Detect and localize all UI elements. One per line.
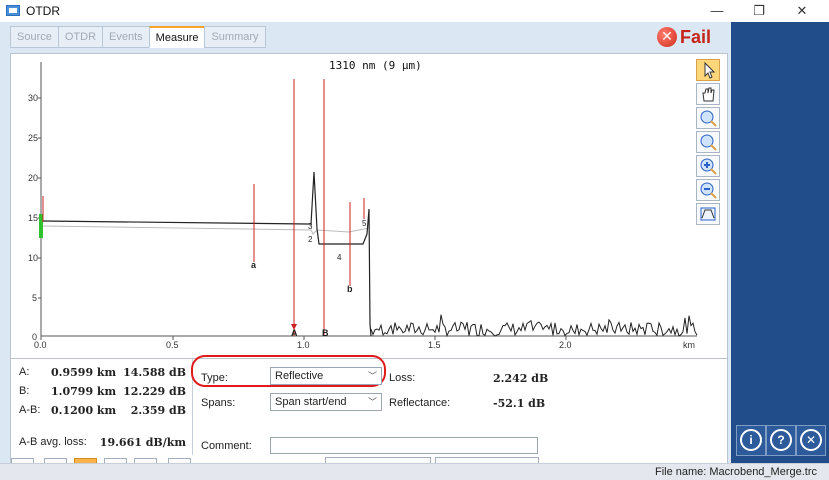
info-button[interactable]: i bbox=[736, 425, 766, 456]
app-icon bbox=[6, 5, 20, 16]
pan-hand-icon[interactable] bbox=[696, 83, 720, 105]
wavelength-label: 1310 nm (9 µm) bbox=[329, 59, 422, 72]
otdr-window: OTDR — ❐ ✕ Source OTDR Events Measure Su… bbox=[0, 0, 829, 480]
avg-loss-value: 19.661 dB/km bbox=[99, 436, 186, 449]
loss-label: Loss: bbox=[389, 372, 416, 384]
a-label: A: bbox=[19, 366, 30, 378]
graph-toolbar bbox=[696, 59, 724, 227]
reflectance-value: -52.1 dB bbox=[493, 397, 546, 410]
x-tick-label: 2.0 bbox=[559, 340, 572, 350]
marker-B-label: B bbox=[322, 328, 329, 338]
zoom-out-icon[interactable] bbox=[696, 179, 720, 201]
b-level: 12.229 dB bbox=[123, 385, 186, 398]
minimize-button[interactable]: — bbox=[695, 0, 739, 22]
close-window-button[interactable]: ✕ bbox=[780, 0, 824, 22]
x-tick-label: 0.5 bbox=[166, 340, 179, 350]
window-title: OTDR bbox=[26, 4, 60, 18]
zoom-reset-icon[interactable] bbox=[696, 131, 720, 153]
zoom-area-icon[interactable] bbox=[696, 203, 720, 225]
fail-status-badge: ✕ Fail bbox=[657, 25, 711, 49]
y-tick-label: 20 bbox=[28, 173, 38, 183]
restore-button[interactable]: ❐ bbox=[737, 0, 781, 22]
fail-label: Fail bbox=[680, 26, 712, 47]
comment-input[interactable] bbox=[270, 437, 538, 454]
measure-panel: A: 0.9599 km 14.588 dB B: 1.0799 km 12.2… bbox=[10, 355, 728, 480]
marker-b-label: b bbox=[347, 284, 353, 294]
b-label: B: bbox=[19, 385, 30, 397]
a-distance: 0.9599 km bbox=[51, 366, 117, 379]
side-panel: i ? ✕ bbox=[731, 22, 829, 463]
reflectance-label: Reflectance: bbox=[389, 397, 451, 409]
tab-bar: Source OTDR Events Measure Summary bbox=[10, 26, 266, 48]
type-select-value: Reflective bbox=[275, 370, 324, 382]
type-label: Type: bbox=[201, 372, 228, 384]
y-tick-label: 30 bbox=[28, 93, 38, 103]
exit-button[interactable]: ✕ bbox=[796, 425, 826, 456]
ab-distance: 0.1200 km bbox=[51, 404, 117, 417]
event-number: 2 bbox=[308, 235, 313, 244]
event-number: 4 bbox=[337, 253, 342, 262]
event-number: 3 bbox=[308, 222, 313, 231]
comment-label: Comment: bbox=[201, 440, 252, 452]
chevron-down-icon: ﹀ bbox=[367, 371, 377, 381]
spans-select[interactable]: Span start/end ﹀ bbox=[270, 393, 382, 411]
b-distance: 1.0799 km bbox=[51, 385, 117, 398]
help-icon: ? bbox=[770, 429, 792, 451]
pointer-icon[interactable] bbox=[696, 59, 720, 81]
tab-events[interactable]: Events bbox=[102, 26, 150, 48]
a-level: 14.588 dB bbox=[123, 366, 186, 379]
zoom-in-icon[interactable] bbox=[696, 155, 720, 177]
x-tick-label: 0.0 bbox=[34, 340, 47, 350]
marker-A-label: A bbox=[291, 328, 298, 338]
tab-summary[interactable]: Summary bbox=[204, 26, 266, 48]
x-unit-label: km bbox=[683, 340, 695, 350]
loss-value: 2.242 dB bbox=[493, 372, 549, 385]
title-bar: OTDR — ❐ ✕ bbox=[0, 0, 829, 22]
main-panel: Source OTDR Events Measure Summary ✕ Fai… bbox=[0, 22, 731, 480]
otdr-graph[interactable]: 30 25 20 15 10 5 0 0.0 0.5 1.0 1.5 2.0 k… bbox=[10, 53, 728, 359]
zoom-fit-icon[interactable] bbox=[696, 107, 720, 129]
ab-loss: 2.359 dB bbox=[130, 404, 186, 417]
x-tick-label: 1.5 bbox=[428, 340, 441, 350]
tab-otdr[interactable]: OTDR bbox=[57, 26, 104, 48]
info-icon: i bbox=[740, 429, 762, 451]
y-tick-label: 5 bbox=[32, 293, 37, 303]
spans-label: Spans: bbox=[201, 397, 236, 409]
y-tick-label: 25 bbox=[28, 133, 38, 143]
ab-label: A-B: bbox=[19, 404, 41, 416]
event-number: 5 bbox=[362, 219, 367, 228]
chevron-down-icon: ﹀ bbox=[367, 397, 377, 407]
x-tick-label: 1.0 bbox=[297, 340, 310, 350]
exit-icon: ✕ bbox=[800, 429, 822, 451]
type-select[interactable]: Reflective ﹀ bbox=[270, 367, 382, 385]
marker-readouts: A: 0.9599 km 14.588 dB B: 1.0799 km 12.2… bbox=[11, 359, 193, 455]
help-button[interactable]: ? bbox=[766, 425, 796, 456]
tab-source[interactable]: Source bbox=[10, 26, 59, 48]
avg-loss-label: A-B avg. loss: bbox=[19, 436, 87, 448]
spans-select-value: Span start/end bbox=[275, 396, 347, 408]
y-tick-label: 15 bbox=[28, 213, 38, 223]
file-name-label: File name: Macrobend_Merge.trc bbox=[654, 466, 817, 478]
y-tick-label: 10 bbox=[28, 253, 38, 263]
tab-measure[interactable]: Measure bbox=[148, 26, 206, 48]
trace-plot[interactable]: 30 25 20 15 10 5 0 0.0 0.5 1.0 1.5 2.0 k… bbox=[11, 54, 727, 358]
marker-a-label: a bbox=[251, 260, 257, 270]
status-bar: File name: Macrobend_Merge.trc bbox=[0, 463, 829, 480]
fail-x-icon: ✕ bbox=[657, 27, 677, 47]
